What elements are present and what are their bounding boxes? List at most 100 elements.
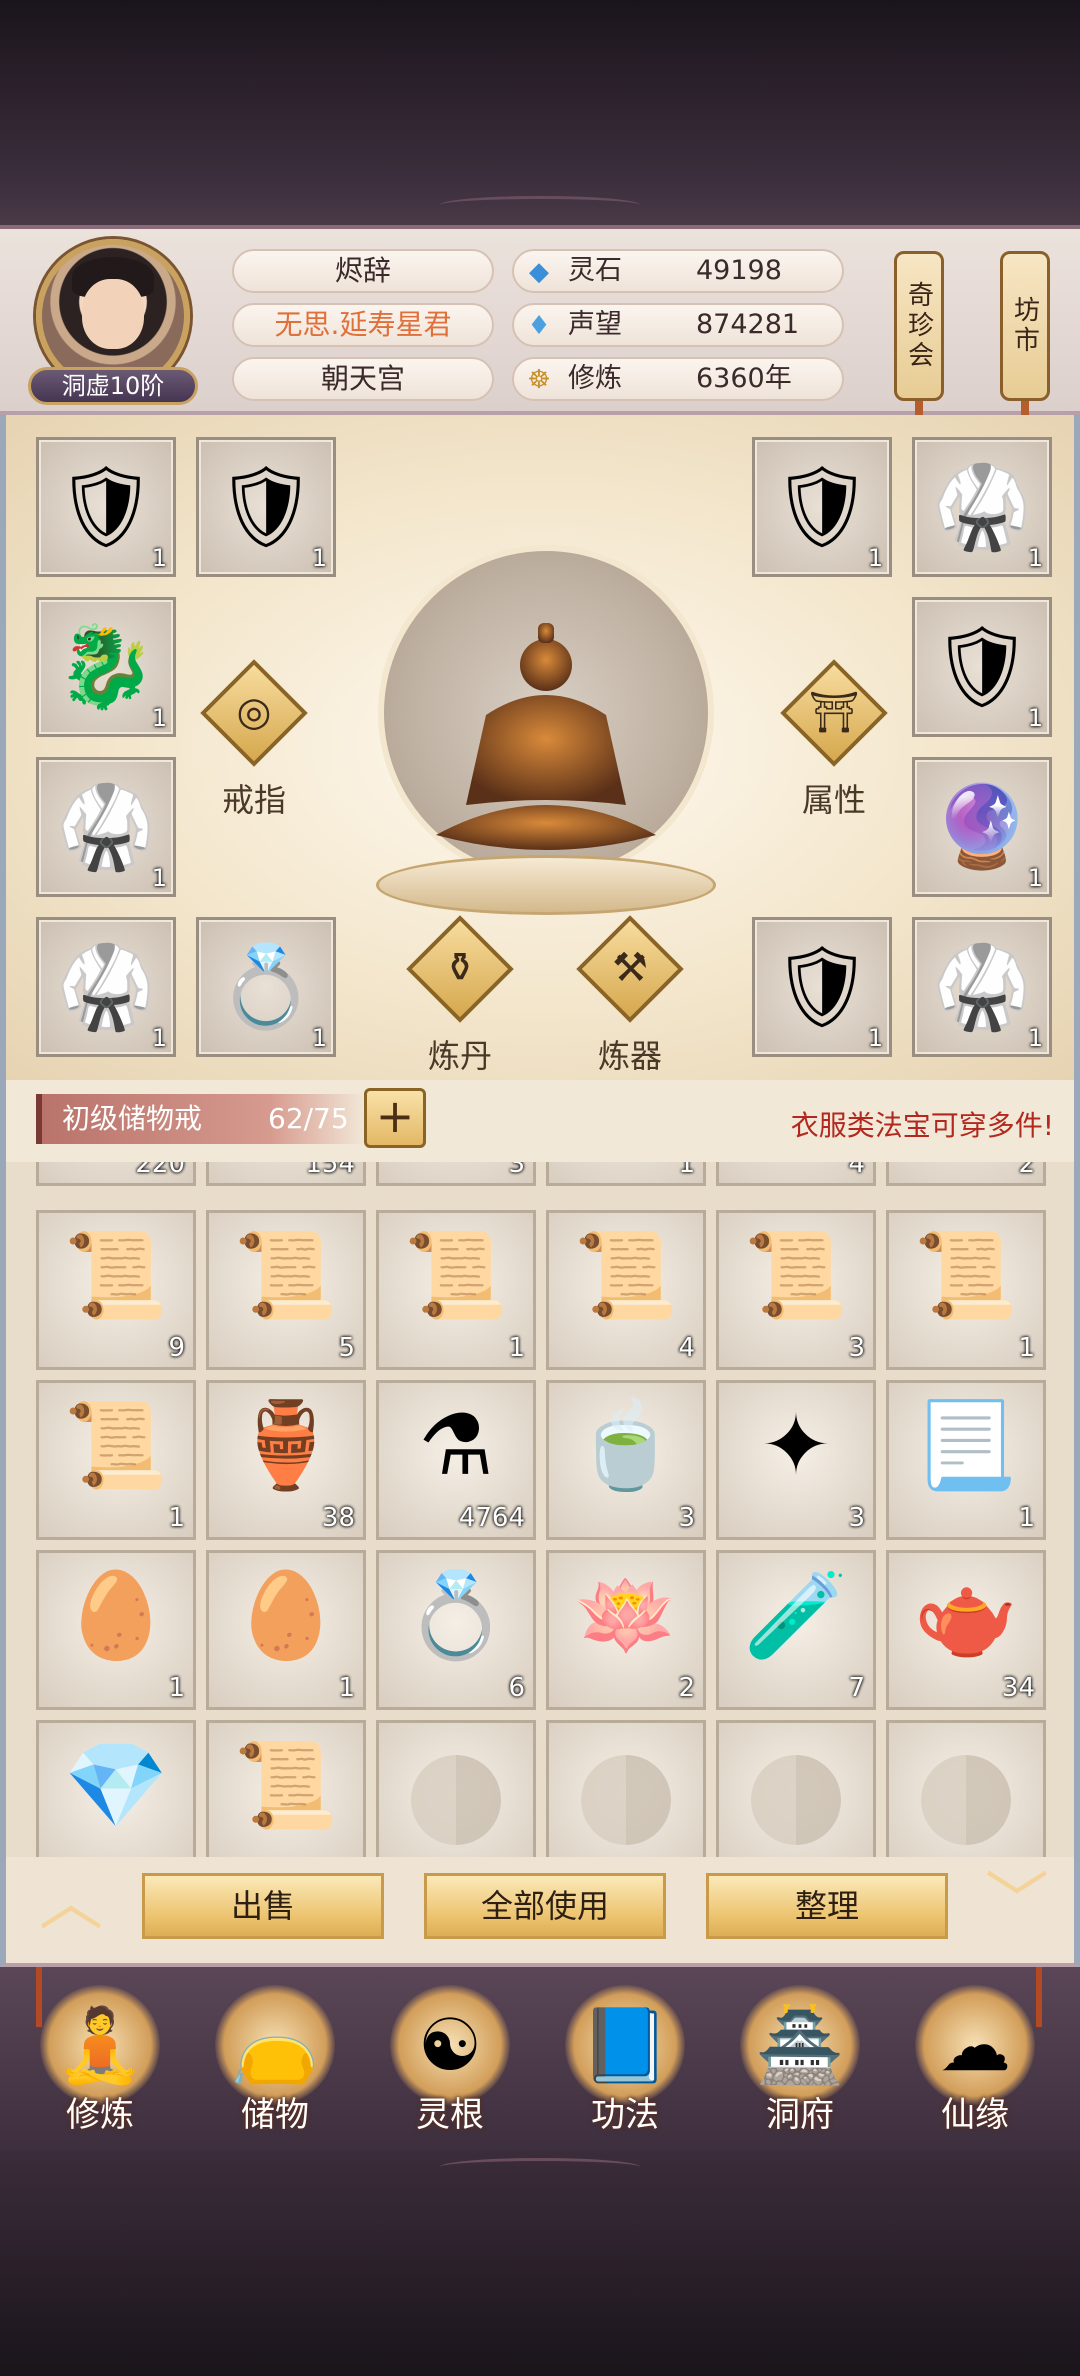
equip-slot[interactable]: 🔮 1: [912, 757, 1052, 897]
gold-armor-icon: 🛡: [771, 940, 873, 1033]
gold-armor-icon: 🛡: [931, 620, 1033, 713]
nav-label: 仙缘: [941, 2095, 1009, 2135]
inventory-slot[interactable]: 📜 3: [716, 1210, 876, 1370]
item-count: 3: [508, 1162, 525, 1179]
attributes-button[interactable]: ⛩ 属性: [774, 659, 894, 825]
inventory-slot-empty[interactable]: [716, 1720, 876, 1857]
scroll-bundle-icon: 📜: [573, 1226, 679, 1324]
item-count: 6: [508, 1673, 525, 1703]
item-count: 38: [321, 1503, 355, 1533]
inventory-slot[interactable]: 154: [206, 1162, 366, 1186]
equip-slot[interactable]: 🛡 1: [36, 437, 176, 577]
figure-icon: ⛩: [808, 690, 860, 736]
inventory-slot[interactable]: ⚗ 4764: [376, 1380, 536, 1540]
winged-robe-icon: 🥋: [932, 940, 1032, 1033]
inventory-slot-empty[interactable]: [376, 1720, 536, 1857]
nav-cultivate[interactable]: 🧘 修炼: [15, 1977, 185, 2147]
nav-storage[interactable]: 👝 储物: [190, 1977, 360, 2147]
bottom-backdrop: [0, 2150, 1080, 2376]
yin-yang-icon: [751, 1755, 841, 1845]
item-count: 1: [311, 1024, 327, 1052]
inventory-slot[interactable]: 📜 4: [546, 1210, 706, 1370]
item-count: 1: [1027, 704, 1043, 732]
inventory-slot-empty[interactable]: [886, 1720, 1046, 1857]
equip-slot[interactable]: 🛡 1: [196, 437, 336, 577]
nav-cave-mansion[interactable]: 🏯 洞府: [715, 1977, 885, 2147]
inventory-slot[interactable]: ✦ 3: [716, 1380, 876, 1540]
inventory-slot[interactable]: 220: [36, 1162, 196, 1186]
expand-storage-button[interactable]: +: [364, 1088, 426, 1148]
inventory-slot[interactable]: 2: [886, 1162, 1046, 1186]
stat-value: 874281: [696, 309, 800, 340]
inventory-slot[interactable]: 📃 1: [886, 1380, 1046, 1540]
inventory-slot[interactable]: 🥚 1: [206, 1550, 366, 1710]
treasure-fair-banner[interactable]: 奇珍会: [894, 251, 944, 401]
frame-ornament: [440, 2158, 640, 2176]
attributes-label: 属性: [801, 781, 866, 819]
alchemy-label: 炼丹: [427, 1037, 492, 1075]
item-count: 1: [168, 1673, 185, 1703]
avatar-face: [82, 279, 144, 349]
item-count: 220: [135, 1162, 185, 1179]
inventory-slot[interactable]: 📜 9: [36, 1210, 196, 1370]
inventory-slot[interactable]: 🥚 1: [36, 1550, 196, 1710]
sell-button[interactable]: 出售: [142, 1873, 384, 1939]
inventory-slot[interactable]: 3: [376, 1162, 536, 1186]
use-all-button[interactable]: 全部使用: [424, 1873, 666, 1939]
equip-slot[interactable]: 🥋 1: [36, 917, 176, 1057]
inventory-slot[interactable]: 🍵 3: [546, 1380, 706, 1540]
inventory-slot[interactable]: 📜 1: [36, 1380, 196, 1540]
rank-badge: 洞虚10阶: [28, 367, 198, 405]
inventory-slot[interactable]: 🧪 7: [716, 1550, 876, 1710]
forging-button[interactable]: ⚒ 炼器: [570, 915, 690, 1081]
inventory-grid[interactable]: 220 154 3 1 4 2 📜 9 📜 5 📜 1 📜 4 📜 3 📜 1 📜 1 🏺 38…: [0, 1162, 1080, 1857]
inventory-slot[interactable]: 4: [716, 1162, 876, 1186]
stat-spirit-stone: ◆ 灵石 49198: [512, 249, 844, 293]
inventory-slot[interactable]: 📜 1: [376, 1210, 536, 1370]
inventory-slot-empty[interactable]: [546, 1720, 706, 1857]
equip-slot[interactable]: 🐉 1: [36, 597, 176, 737]
player-title[interactable]: 无思.延寿星君: [232, 303, 494, 347]
stat-prestige: ♦ 声望 874281: [512, 303, 844, 347]
nav-fortune[interactable]: ☁ 仙缘: [890, 1977, 1060, 2147]
sort-button[interactable]: 整理: [706, 1873, 948, 1939]
inventory-slot[interactable]: 1: [546, 1162, 706, 1186]
inventory-slot[interactable]: 🫖 34: [886, 1550, 1046, 1710]
scroll-up-arrow-icon[interactable]: ︿: [26, 1871, 116, 1935]
equip-slot[interactable]: 🥋 1: [912, 437, 1052, 577]
scroll-down-arrow-icon[interactable]: ﹀: [972, 1871, 1062, 1935]
inventory-slot[interactable]: 🪷 2: [546, 1550, 706, 1710]
equip-slot[interactable]: 🛡 1: [912, 597, 1052, 737]
inventory-slot[interactable]: 📜 1: [886, 1210, 1046, 1370]
market-banner[interactable]: 坊市: [1000, 251, 1050, 401]
item-count: 1: [867, 1024, 883, 1052]
equip-slot[interactable]: 🥋 1: [912, 917, 1052, 1057]
ring-button[interactable]: ◎ 戒指: [194, 659, 314, 825]
equip-slot[interactable]: 🛡 1: [752, 917, 892, 1057]
inventory-slot[interactable]: 🏺 38: [206, 1380, 366, 1540]
inventory-slot[interactable]: 📜: [206, 1720, 366, 1857]
jade-gourd-icon: 🧪: [743, 1566, 849, 1664]
alchemy-button[interactable]: ⚱ 炼丹: [400, 915, 520, 1081]
player-name: 烬辞: [232, 249, 494, 293]
gold-ring-icon: 💍: [403, 1566, 509, 1664]
nav-technique[interactable]: 📘 功法: [540, 1977, 710, 2147]
inventory-slot[interactable]: 💎: [36, 1720, 196, 1857]
herb-bowl-icon: 🍵: [573, 1396, 679, 1494]
winged-robe-icon: 🥋: [56, 780, 156, 873]
scroll-bundle-icon: 📜: [63, 1226, 169, 1324]
inventory-slot[interactable]: 💍 6: [376, 1550, 536, 1710]
nav-spirit-root[interactable]: ☯ 灵根: [365, 1977, 535, 2147]
forging-label: 炼器: [597, 1037, 662, 1075]
jade-ring-icon: 💍: [216, 940, 316, 1033]
storage-name: 初级储物戒: [62, 1102, 203, 1135]
item-count: 5: [338, 1333, 355, 1363]
inventory-slot[interactable]: 📜 5: [206, 1210, 366, 1370]
item-count: 9: [168, 1333, 185, 1363]
equip-slot-ring[interactable]: 💍 1: [196, 917, 336, 1057]
nav-label: 储物: [241, 2095, 309, 2135]
avatar[interactable]: 洞虚10阶: [28, 239, 198, 405]
equip-slot[interactable]: 🛡 1: [752, 437, 892, 577]
equip-slot[interactable]: 🥋 1: [36, 757, 176, 897]
yin-yang-icon: [581, 1755, 671, 1845]
